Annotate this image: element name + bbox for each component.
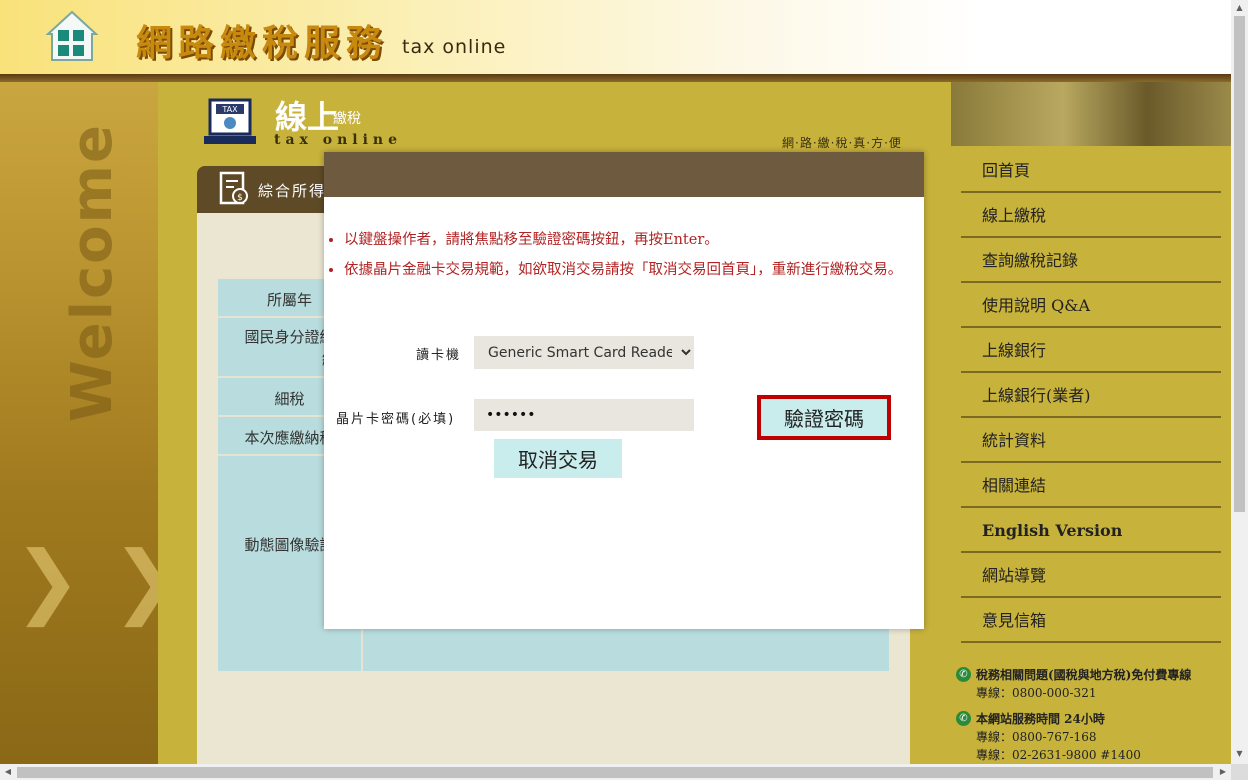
horizontal-scroll-thumb[interactable] [17,767,1213,778]
note-item: 以鍵盤操作者，請將焦點移至驗證密碼按鈕，再按Enter。 [344,228,928,252]
card-reader-select[interactable]: Generic Smart Card Reader [474,336,694,369]
scroll-left-arrow-icon[interactable]: ◀ [0,764,16,780]
scrollbar-corner [1231,764,1248,780]
vertical-scroll-thumb[interactable] [1234,16,1245,512]
dialog-notes: 以鍵盤操作者，請將焦點移至驗證密碼按鈕，再按Enter。 依據晶片金融卡交易規範… [328,228,928,288]
card-reader-label: 讀卡機 [416,348,462,363]
scroll-down-arrow-icon[interactable]: ▼ [1231,746,1248,762]
cancel-transaction-button[interactable]: 取消交易 [494,439,622,478]
verify-pin-button[interactable]: 驗證密碼 [757,395,891,440]
pin-input[interactable] [474,399,694,431]
modal-overlay: 以鍵盤操作者，請將焦點移至驗證密碼按鈕，再按Enter。 依據晶片金融卡交易規範… [0,0,1231,764]
page: 網路繳稅服務 tax online Welcome ❯ ❯ TAX 線上 繳稅 … [0,0,1248,780]
scroll-up-arrow-icon[interactable]: ▲ [1231,0,1248,16]
scroll-right-arrow-icon[interactable]: ▶ [1215,764,1231,780]
dialog-titlebar [324,152,924,197]
pin-label: 晶片卡密碼(必填) [336,412,456,427]
note-item: 依據晶片金融卡交易規範，如欲取消交易請按「取消交易回首頁」，重新進行繳稅交易。 [344,258,928,282]
card-pin-dialog: 以鍵盤操作者，請將焦點移至驗證密碼按鈕，再按Enter。 依據晶片金融卡交易規範… [324,152,924,629]
